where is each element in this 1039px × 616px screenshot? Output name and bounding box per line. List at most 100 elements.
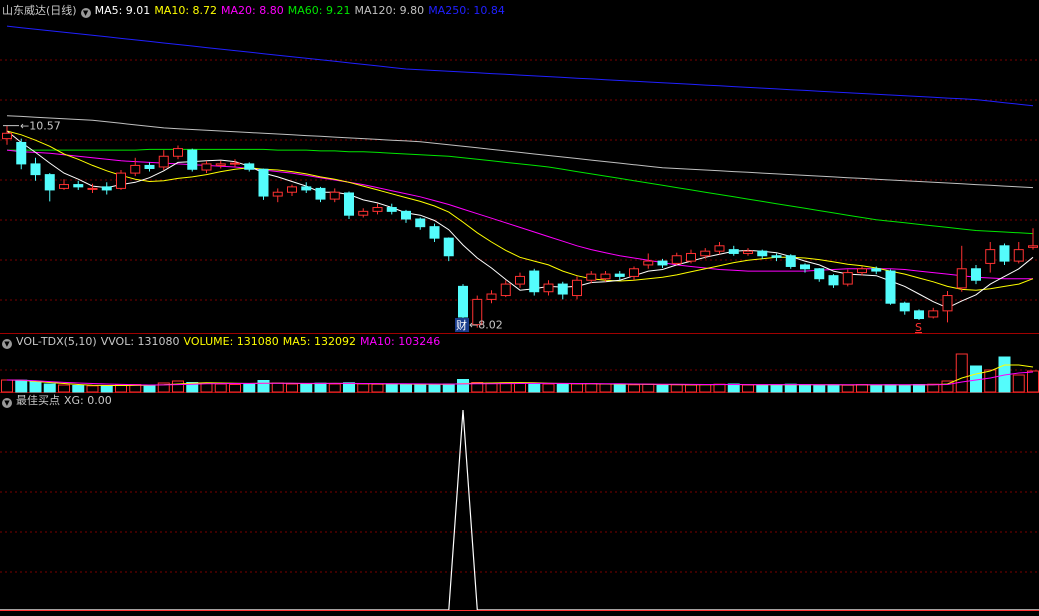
volume-bar [699, 384, 712, 393]
candle-body [828, 275, 839, 286]
candle-body [201, 163, 212, 171]
volume-label: VOLUME: 131080 [183, 335, 279, 348]
volume-bar [571, 383, 583, 393]
candle-body [44, 174, 55, 191]
volume-bar [400, 383, 412, 393]
volume-bar [799, 384, 811, 393]
cai-marker: 财 [456, 318, 467, 332]
volume-bar [884, 384, 897, 393]
volume-bar [300, 383, 313, 393]
volume-bar [371, 383, 384, 393]
volume-bar [58, 384, 70, 393]
volume-bars [1, 353, 1039, 393]
ma10-line [6, 130, 1034, 291]
candle-body [700, 250, 711, 257]
volume-bar [955, 353, 968, 393]
volume-bar [15, 379, 28, 393]
candle-body [443, 237, 454, 257]
candle-body [686, 252, 696, 262]
candle-body [486, 293, 497, 300]
candle-body [87, 187, 98, 190]
volume-bar [143, 384, 156, 393]
candle-body [16, 141, 27, 165]
price-legend: 山东威达(日线) ▼ MA5: 9.01 MA10: 8.72 MA20: 8.80 MA… [2, 4, 509, 18]
volume-bar [628, 384, 640, 393]
candle-body [1028, 245, 1038, 248]
volume-bar [86, 385, 99, 393]
indicator-menu-icon[interactable]: ▼ [2, 339, 12, 349]
volume-bar [770, 384, 783, 393]
stock-title[interactable]: 山东威达(日线) [2, 4, 77, 17]
volume-bar [727, 383, 740, 393]
candle-body [130, 164, 141, 174]
candle-body [287, 186, 297, 193]
volume-bar [756, 384, 769, 393]
volume-bar [428, 384, 441, 393]
candle-body [928, 310, 939, 318]
volume-bar [1, 379, 13, 393]
candle-body [358, 210, 369, 216]
xg-label: XG: 0.00 [64, 394, 112, 407]
candle-body [329, 191, 340, 200]
volume-bar [357, 383, 370, 393]
s-marker: S [915, 321, 922, 334]
candle-body [458, 285, 468, 318]
candle-body [415, 218, 426, 228]
candle-body [101, 186, 112, 191]
volume-bar [656, 384, 669, 393]
vvol-label: VVOL: 131080 [100, 335, 180, 348]
candle-body [515, 275, 525, 285]
volume-bar [43, 383, 56, 393]
candle-body [301, 186, 312, 191]
candle-body [529, 270, 540, 293]
candle-body [30, 163, 41, 176]
candle-body [158, 155, 169, 168]
candle-body [800, 264, 810, 270]
candle-body [885, 270, 896, 304]
indicator-menu-icon[interactable]: ▼ [80, 8, 91, 18]
candle-body [272, 191, 283, 197]
volume-bar [485, 382, 498, 393]
volume-bar [243, 383, 256, 393]
volume-bar [414, 384, 427, 393]
candle-body [429, 226, 440, 239]
candle-body [999, 245, 1010, 262]
chart-canvas[interactable]: ←10.57 ←8.02财 S [0, 0, 1039, 616]
volume-bar [913, 384, 925, 393]
indicator-menu-icon[interactable]: ▼ [2, 398, 12, 408]
ma120-line [6, 115, 1034, 189]
volume-bar [72, 385, 85, 393]
vol-ma10-label: MA10: 103246 [360, 335, 441, 348]
ma10-label: MA10: 8.72 [154, 4, 218, 17]
candle-body [842, 272, 853, 285]
volume-bar [670, 384, 683, 393]
volume-bar [29, 381, 42, 393]
candle-body [971, 268, 981, 281]
candle-body [771, 255, 782, 258]
volume-indicator-title[interactable]: VOL-TDX(5,10) [16, 335, 97, 348]
ma60-label: MA60: 9.21 [287, 4, 351, 17]
signal-legend: ▼ 最佳买点 XG: 0.00 [2, 394, 116, 408]
volume-bar [257, 380, 270, 393]
candle-body [215, 163, 226, 166]
volume-bar [1027, 370, 1039, 393]
candle-body [144, 164, 155, 169]
volume-bar [343, 382, 355, 393]
signal-indicator-title[interactable]: 最佳买点 [16, 394, 60, 407]
volume-bar [585, 383, 598, 393]
volume-bar [713, 383, 726, 393]
volume-bar [172, 380, 184, 393]
candle-body [714, 245, 725, 252]
candle-body [871, 268, 882, 272]
candle-body [629, 268, 639, 277]
vol-ma5-label: MA5: 132092 [282, 335, 357, 348]
volume-bar [115, 384, 127, 393]
volume-bar [200, 383, 213, 393]
volume-bar [229, 384, 241, 393]
ma20-line [6, 149, 1033, 280]
candle-body [600, 273, 611, 280]
candle-body [372, 207, 383, 212]
candle-body [258, 168, 269, 197]
volume-bar [328, 383, 341, 393]
candle-body [785, 255, 796, 267]
